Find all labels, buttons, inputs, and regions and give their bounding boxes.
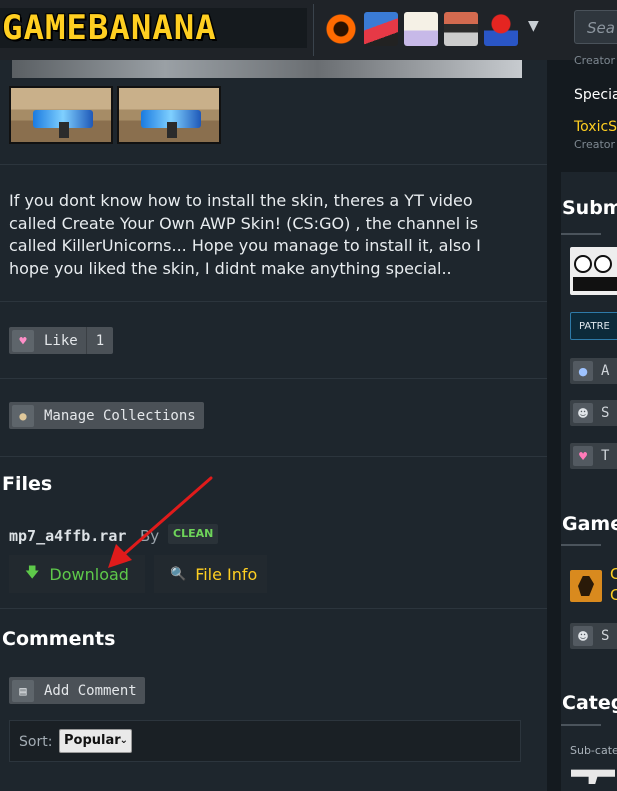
creator-label: Creator bbox=[574, 54, 616, 67]
fnf-icon[interactable] bbox=[364, 12, 398, 46]
main-content: If you dont know how to install the skin… bbox=[0, 60, 547, 791]
divider bbox=[0, 301, 547, 302]
mod-description: If you dont know how to install the skin… bbox=[9, 191, 481, 278]
screenshot-thumbnail[interactable] bbox=[9, 86, 113, 144]
header-divider bbox=[313, 4, 314, 56]
divider bbox=[0, 164, 547, 165]
comments-heading: Comments bbox=[2, 628, 116, 650]
user-add-icon: ● bbox=[573, 361, 593, 381]
file-info-button[interactable]: 🔍 File Info bbox=[154, 555, 267, 593]
mario-kart-icon[interactable] bbox=[484, 12, 518, 46]
clean-badge: CLEAN bbox=[168, 524, 219, 544]
download-arrow-icon: 🡇 bbox=[25, 565, 40, 581]
comments-sort-bar: Sort: Popular ⌄ bbox=[9, 720, 521, 762]
bag-icon: ● bbox=[12, 404, 34, 427]
chevron-down-icon: ⌄ bbox=[119, 735, 128, 746]
submitter-avatar[interactable] bbox=[570, 247, 617, 295]
like-button[interactable]: ♥ Like 1 bbox=[9, 327, 114, 354]
category-heading: Categ bbox=[562, 692, 617, 714]
add-comment-button[interactable]: ▤ Add Comment bbox=[9, 677, 145, 704]
sort-select[interactable]: Popular ⌄ bbox=[59, 729, 132, 753]
comment-icon: ▤ bbox=[12, 679, 34, 702]
smiley-icon: ☻ bbox=[573, 626, 593, 646]
divider bbox=[0, 378, 547, 379]
creator-label: Creator bbox=[574, 138, 616, 151]
chevron-down-icon[interactable]: ▼ bbox=[528, 18, 539, 34]
subcategory-label: Sub-cate bbox=[570, 744, 617, 757]
like-count: 1 bbox=[85, 327, 113, 354]
download-button[interactable]: 🡇 Download bbox=[9, 555, 145, 593]
game-heading: Game bbox=[562, 513, 617, 535]
sidebar-item-add[interactable]: ● A bbox=[570, 358, 617, 384]
sidebar-item-t[interactable]: ♥ T bbox=[570, 443, 617, 469]
file-name: mp7_a4ffb.rar bbox=[9, 527, 127, 545]
game-link[interactable]: C bbox=[610, 586, 617, 604]
special-label: Special bbox=[574, 87, 617, 103]
top-bar: GAMEBANANA ▼ Sea bbox=[0, 0, 617, 61]
sidebar-item-s[interactable]: ☻ S bbox=[570, 623, 617, 649]
preview-image[interactable] bbox=[12, 60, 522, 78]
file-info-icon: 🔍 bbox=[170, 566, 187, 582]
csgo-game-icon[interactable] bbox=[570, 570, 602, 602]
divider bbox=[0, 456, 547, 457]
heart-icon: ♥ bbox=[12, 329, 34, 352]
search-input[interactable]: Sea bbox=[574, 10, 617, 44]
right-sidebar: Creator Special ToxicS Creator Subm PATR… bbox=[547, 54, 617, 791]
smiley-icon: ☻ bbox=[573, 403, 593, 423]
divider bbox=[0, 608, 547, 609]
submitter-heading: Subm bbox=[562, 197, 617, 219]
screenshot-thumbnail[interactable] bbox=[117, 86, 221, 144]
genshin-icon[interactable] bbox=[404, 12, 438, 46]
files-heading: Files bbox=[2, 473, 53, 495]
pixel-game-icon[interactable] bbox=[444, 12, 478, 46]
sort-label: Sort: bbox=[19, 734, 53, 750]
special-user-link[interactable]: ToxicS bbox=[574, 119, 617, 135]
sidebar-item-s[interactable]: ☻ S bbox=[570, 400, 617, 426]
game-link[interactable]: C bbox=[610, 565, 617, 583]
manage-collections-button[interactable]: ● Manage Collections bbox=[9, 402, 204, 429]
patreon-badge[interactable]: PATRE bbox=[570, 312, 617, 340]
heart-icon: ♥ bbox=[573, 446, 593, 466]
file-by-label: By bbox=[140, 527, 160, 545]
gamebanana-logo[interactable]: GAMEBANANA bbox=[0, 8, 307, 48]
tf2-icon[interactable] bbox=[324, 12, 358, 46]
